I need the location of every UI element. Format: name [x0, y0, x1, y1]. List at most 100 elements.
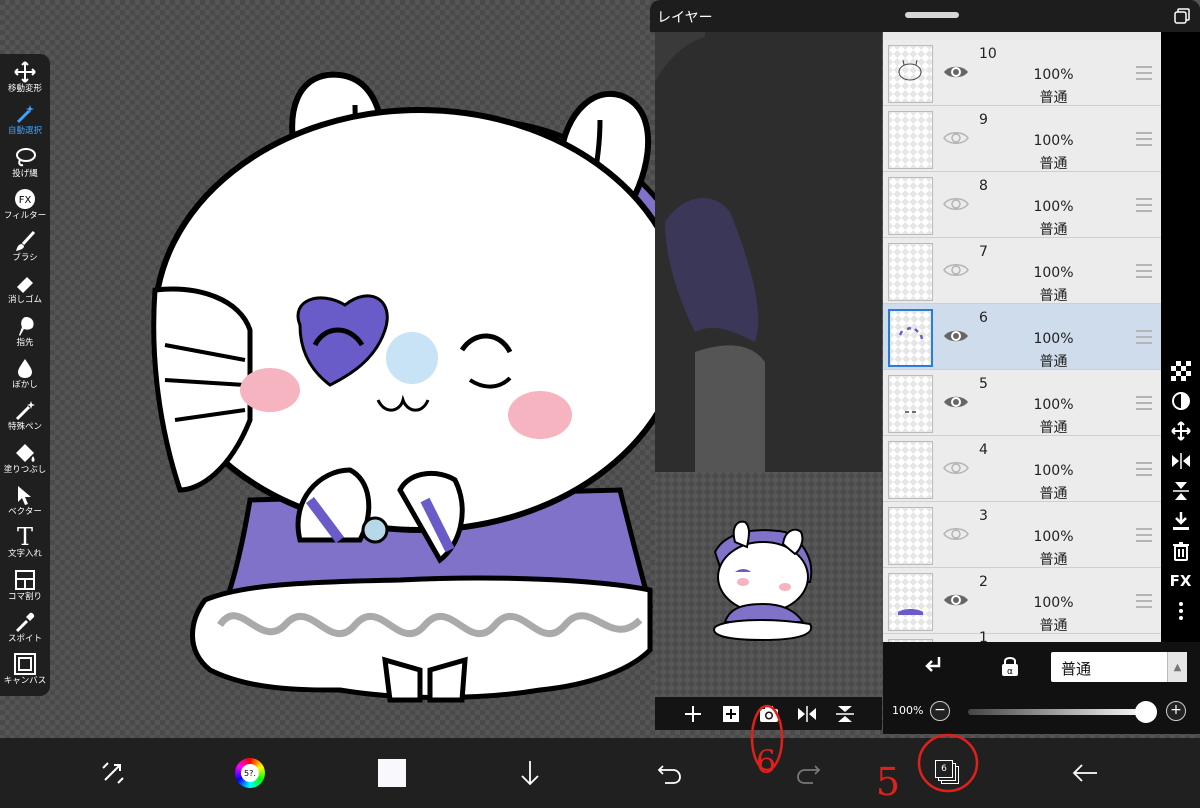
visibility-eye-icon[interactable] [943, 194, 969, 214]
visibility-eye-icon[interactable] [943, 392, 969, 412]
tool-magic-wand[interactable]: 自動選択 [0, 102, 50, 144]
vector-icon [12, 483, 38, 507]
tool-blur[interactable]: ぼかし [0, 356, 50, 398]
layer-blend: 普通 [1039, 552, 1068, 568]
tool-eraser[interactable]: 消しゴム [0, 271, 50, 313]
visibility-eye-icon[interactable] [943, 260, 969, 280]
current-color-swatch [378, 759, 406, 787]
move-icon[interactable] [1170, 420, 1192, 442]
tool-canvas[interactable]: キャンバス [0, 652, 50, 694]
thumb-bunny-outline [898, 59, 922, 81]
drag-handle-icon[interactable] [1136, 330, 1152, 344]
blend-mode-value: 普通 [1061, 660, 1092, 678]
opacity-row: 100% − + [883, 690, 1200, 734]
text-icon: T [16, 523, 33, 552]
current-color-button[interactable] [362, 738, 422, 808]
drag-handle-icon[interactable] [1136, 528, 1152, 542]
camera-icon[interactable] [757, 702, 781, 726]
layer-row-selected[interactable]: 6 100% 普通 [883, 304, 1161, 370]
alpha-lock-icon[interactable]: α [998, 654, 1022, 678]
thumb-eyes [905, 411, 916, 413]
visibility-eye-icon[interactable] [943, 326, 969, 346]
redo-icon[interactable] [778, 738, 838, 808]
canvas-icon [12, 652, 38, 676]
add-layer-icon[interactable] [681, 702, 705, 726]
opacity-minus-button[interactable]: − [930, 701, 950, 721]
layer-number: 5 [979, 376, 988, 392]
tool-move[interactable]: 移動変形 [0, 60, 50, 102]
tool-special-pen[interactable]: 特殊ペン [0, 398, 50, 440]
layer-list[interactable]: 普通 10 100% 普通 9 100% 普通 8 100% 普通 [883, 32, 1161, 642]
drag-handle-icon[interactable] [1136, 132, 1152, 146]
tool-finger[interactable]: 指先 [0, 314, 50, 356]
layer-row[interactable]: 4 100% 普通 [883, 436, 1161, 502]
tool-label: ぼかし [12, 380, 38, 391]
tool-label: 指先 [16, 337, 34, 348]
preview-canvas-dark [655, 32, 882, 472]
visibility-eye-icon[interactable] [943, 62, 969, 82]
blend-mode-select[interactable]: 普通 ▲ [1051, 652, 1187, 682]
color-wheel-button[interactable]: 5?. [220, 738, 280, 808]
chevron-up-icon[interactable]: ▲ [1167, 652, 1187, 682]
drag-handle[interactable] [905, 12, 959, 18]
drag-handle-icon[interactable] [1136, 66, 1152, 80]
tool-brush[interactable]: ブラシ [0, 229, 50, 271]
drag-handle-icon[interactable] [1136, 198, 1152, 212]
drag-handle-icon[interactable] [1136, 264, 1152, 278]
opacity-slider-knob[interactable] [1135, 701, 1157, 723]
flip-horizontal-icon[interactable] [795, 702, 819, 726]
back-arrow-icon[interactable] [1055, 738, 1115, 808]
drag-handle-icon[interactable] [1136, 594, 1152, 608]
tool-label: 消しゴム [7, 295, 42, 306]
layer-row[interactable]: 7 100% 普通 [883, 238, 1161, 304]
layer-row-partial[interactable]: 1 [883, 630, 1161, 642]
opacity-plus-button[interactable]: + [1166, 701, 1186, 721]
layer-number: 1 [979, 630, 988, 642]
layer-row[interactable]: 10 100% 普通 [883, 40, 1161, 106]
eyedropper-icon [12, 610, 38, 634]
undo-icon[interactable] [640, 738, 700, 808]
tool-sidebar: 移動変形 自動選択 投げ縄 FX フィルター ブラシ 消しゴム 指先 ぼかし 特… [0, 54, 50, 696]
add-layer-box-icon[interactable] [719, 702, 743, 726]
flip-horizontal-icon[interactable] [1170, 450, 1192, 472]
tool-eyedropper[interactable]: スポイト [0, 610, 50, 652]
layer-number: 10 [979, 46, 997, 62]
layer-opacity: 100% [1033, 595, 1074, 611]
trash-icon[interactable] [1170, 540, 1192, 562]
more-icon[interactable] [1170, 600, 1192, 622]
drag-handle-icon[interactable] [1136, 462, 1152, 476]
layer-panel-header[interactable]: レイヤー [650, 0, 1200, 32]
layer-thumbnail [888, 45, 933, 103]
flip-vertical-icon[interactable] [833, 702, 857, 726]
layer-row[interactable]: 3 100% 普通 [883, 502, 1161, 568]
tool-text[interactable]: T 文字入れ [0, 525, 50, 567]
tool-vector[interactable]: ベクター [0, 483, 50, 525]
visibility-eye-icon[interactable] [943, 590, 969, 610]
visibility-eye-icon[interactable] [943, 524, 969, 544]
fx-icon[interactable]: FX [1170, 570, 1192, 592]
layer-row[interactable]: 9 100% 普通 [883, 106, 1161, 172]
restore-window-icon[interactable] [1174, 8, 1190, 24]
layer-opacity: 100% [1033, 133, 1074, 149]
layers-button[interactable]: 6 [918, 738, 978, 808]
visibility-eye-icon[interactable] [943, 458, 969, 478]
opacity-slider[interactable] [968, 709, 1148, 715]
tool-panel-divide[interactable]: コマ割り [0, 568, 50, 610]
tool-lasso[interactable]: 投げ縄 [0, 145, 50, 187]
tool-filter[interactable]: FX フィルター [0, 187, 50, 229]
drag-handle-icon[interactable] [1136, 396, 1152, 410]
layer-thumbnail [888, 507, 933, 565]
transform-swap-icon[interactable] [83, 738, 143, 808]
contrast-icon[interactable] [1170, 390, 1192, 412]
clipping-icon[interactable] [921, 654, 945, 678]
layer-row[interactable]: 2 100% 普通 [883, 568, 1161, 634]
visibility-eye-icon[interactable] [943, 128, 969, 148]
checker-icon[interactable] [1170, 360, 1192, 382]
preview-overlay-art [655, 32, 882, 472]
layer-row[interactable]: 8 100% 普通 [883, 172, 1161, 238]
flip-vertical-icon[interactable] [1170, 480, 1192, 502]
layer-row[interactable]: 5 100% 普通 [883, 370, 1161, 436]
merge-down-icon[interactable] [1170, 510, 1192, 532]
down-arrow-icon[interactable] [500, 738, 560, 808]
tool-fill[interactable]: 塗りつぶし [0, 441, 50, 483]
